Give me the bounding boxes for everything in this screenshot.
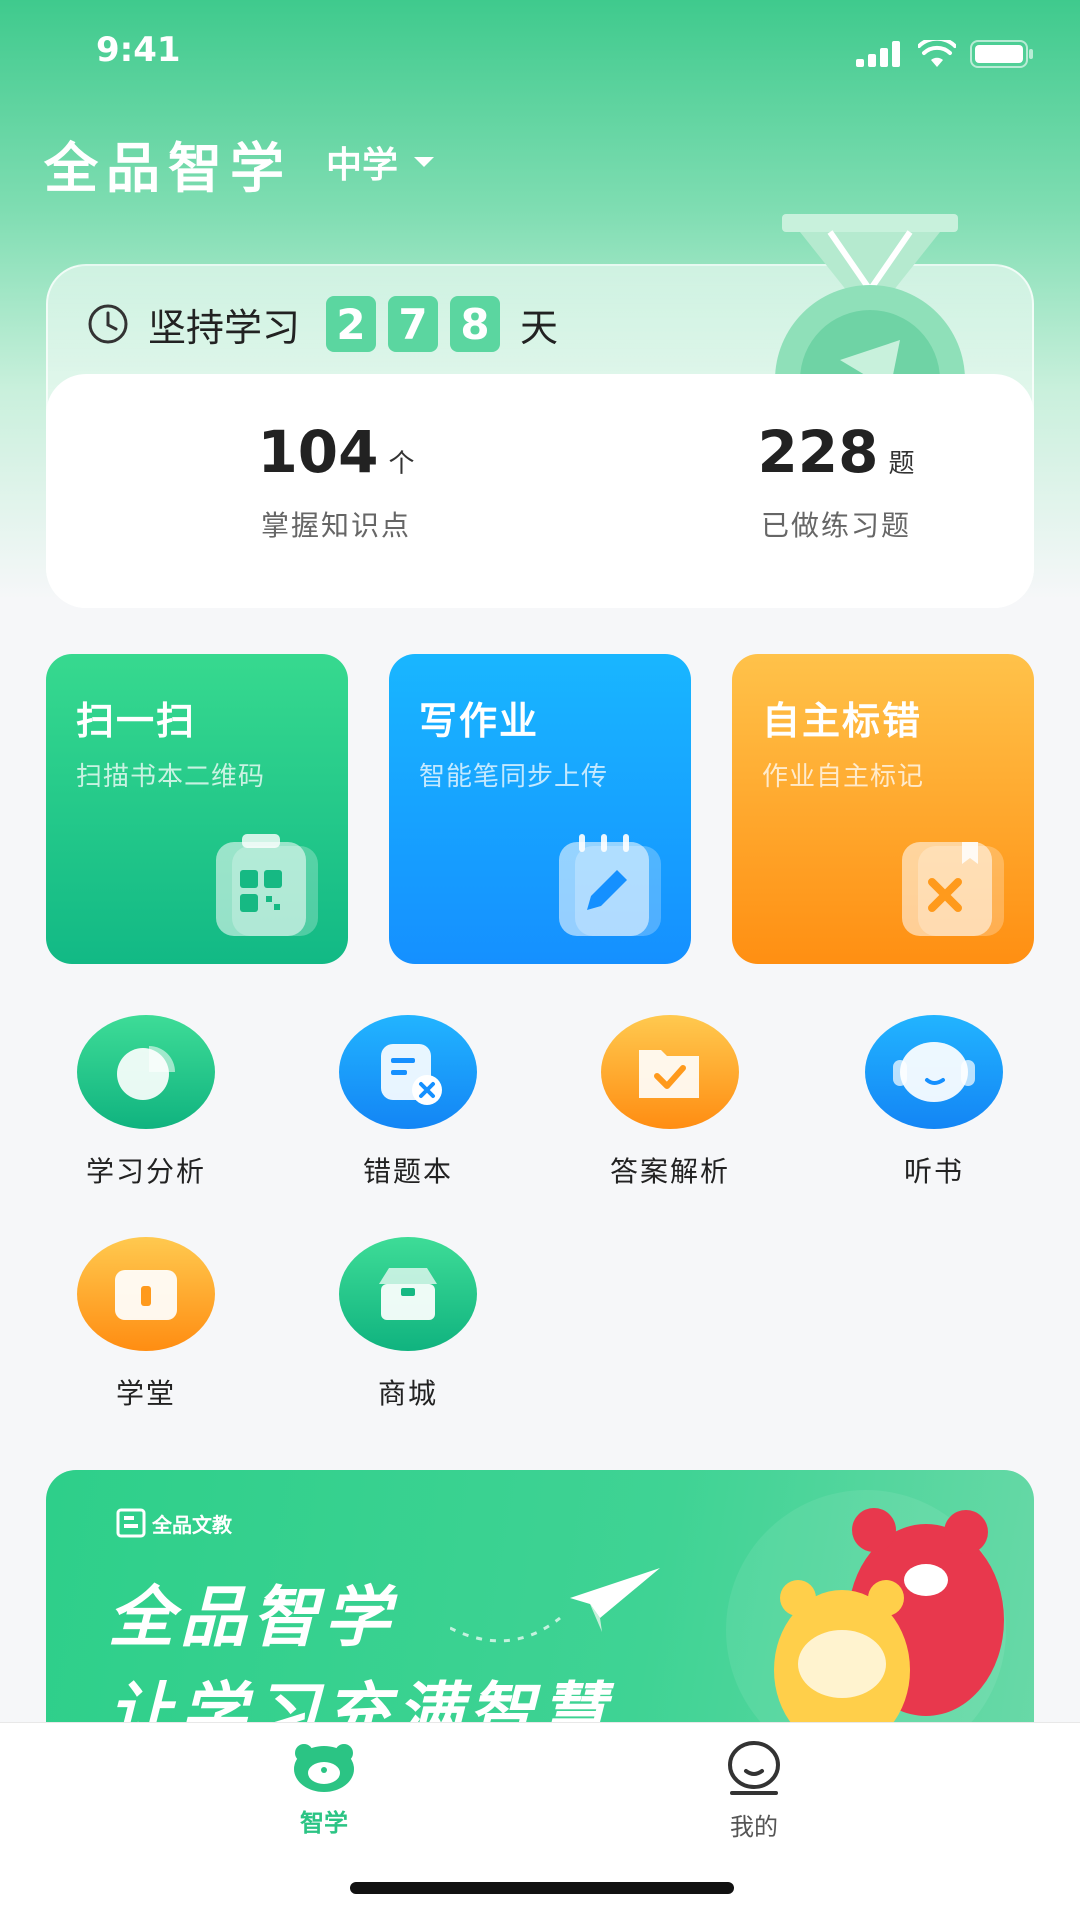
- headphones-icon: [865, 1015, 1003, 1129]
- banner-headline: 全品智学: [108, 1579, 396, 1656]
- tab-mine[interactable]: 我的: [654, 1741, 854, 1842]
- status-time: 9:41: [96, 30, 181, 70]
- tool-store[interactable]: 商城: [318, 1236, 498, 1412]
- tool-label: 商城: [377, 1377, 438, 1410]
- signal-icon: [856, 41, 900, 67]
- stat-unit: 题: [888, 449, 915, 479]
- tool-wrong-book[interactable]: 错题本: [318, 1014, 498, 1190]
- battery-icon: [970, 40, 1033, 68]
- app-title: 全品智学: [44, 137, 292, 200]
- tab-smart-learning[interactable]: 智学: [224, 1741, 424, 1838]
- brand-logo-icon: [116, 1508, 146, 1538]
- feature-title: 写作业: [419, 699, 540, 743]
- notebook-pen-icon: [559, 834, 661, 936]
- tool-study-analysis[interactable]: 学习分析: [56, 1014, 236, 1190]
- feature-subtitle: 作业自主标记: [762, 762, 925, 792]
- wrong-question-icon: [339, 1015, 477, 1129]
- stat-value: 104: [257, 418, 379, 486]
- clock-icon: [88, 304, 128, 344]
- book-icon: [77, 1237, 215, 1351]
- tool-label: 答案解析: [609, 1155, 730, 1188]
- store-icon: [339, 1237, 477, 1351]
- bear-icon: [294, 1744, 354, 1792]
- homework-card[interactable]: 写作业 智能笔同步上传: [389, 654, 691, 964]
- banner-brand: 全品文教: [116, 1508, 232, 1538]
- status-bar: 9:41: [0, 0, 1080, 110]
- home-indicator[interactable]: [350, 1882, 734, 1894]
- stat-knowledge-points[interactable]: 104 个 掌握知识点: [136, 418, 536, 544]
- tool-label: 错题本: [362, 1155, 453, 1188]
- tab-label: 智学: [300, 1809, 348, 1837]
- tool-label: 听书: [903, 1155, 964, 1188]
- level-label: 中学: [326, 145, 399, 186]
- streak-digit: 8: [450, 296, 501, 352]
- feature-subtitle: 扫描书本二维码: [76, 762, 266, 792]
- streak-row: 坚持学习 2 7 8 天: [86, 296, 558, 352]
- stat-unit: 个: [388, 449, 415, 479]
- feature-subtitle: 智能笔同步上传: [419, 762, 609, 792]
- tool-label: 学习分析: [85, 1155, 206, 1188]
- stat-value: 228: [757, 418, 879, 486]
- streak-digit: 2: [326, 296, 377, 352]
- stat-label: 掌握知识点: [260, 509, 411, 542]
- stats-panel: 104 个 掌握知识点 228 题 已做练习题: [46, 374, 1034, 608]
- stat-label: 已做练习题: [760, 509, 911, 542]
- tool-audiobook[interactable]: 听书: [844, 1014, 1024, 1190]
- streak-label: 坚持学习: [148, 305, 301, 350]
- wifi-icon: [918, 40, 956, 67]
- tab-label: 我的: [730, 1813, 778, 1841]
- qr-scan-icon: [216, 834, 318, 936]
- pie-chart-icon: [77, 1015, 215, 1129]
- status-icons: [856, 40, 1034, 68]
- feature-title: 扫一扫: [76, 699, 197, 743]
- profile-icon: [728, 1741, 780, 1795]
- feature-title: 自主标错: [762, 699, 923, 743]
- streak-digit: 7: [388, 296, 439, 352]
- tool-label: 学堂: [115, 1377, 176, 1410]
- tool-answer-analysis[interactable]: 答案解析: [580, 1014, 760, 1190]
- stat-exercises[interactable]: 228 题 已做练习题: [636, 418, 1036, 544]
- brand-name: 全品文教: [152, 1512, 232, 1537]
- streak-unit: 天: [520, 305, 559, 350]
- tool-classroom[interactable]: 学堂: [56, 1236, 236, 1412]
- caret-down-icon: [414, 157, 435, 167]
- answer-folder-icon: [601, 1015, 739, 1129]
- level-selector[interactable]: 中学: [326, 136, 436, 188]
- error-mark-icon: [902, 842, 1004, 936]
- medal-icon: [775, 214, 965, 390]
- scan-card[interactable]: 扫一扫 扫描书本二维码: [46, 654, 348, 964]
- self-mark-card[interactable]: 自主标错 作业自主标记: [732, 654, 1034, 964]
